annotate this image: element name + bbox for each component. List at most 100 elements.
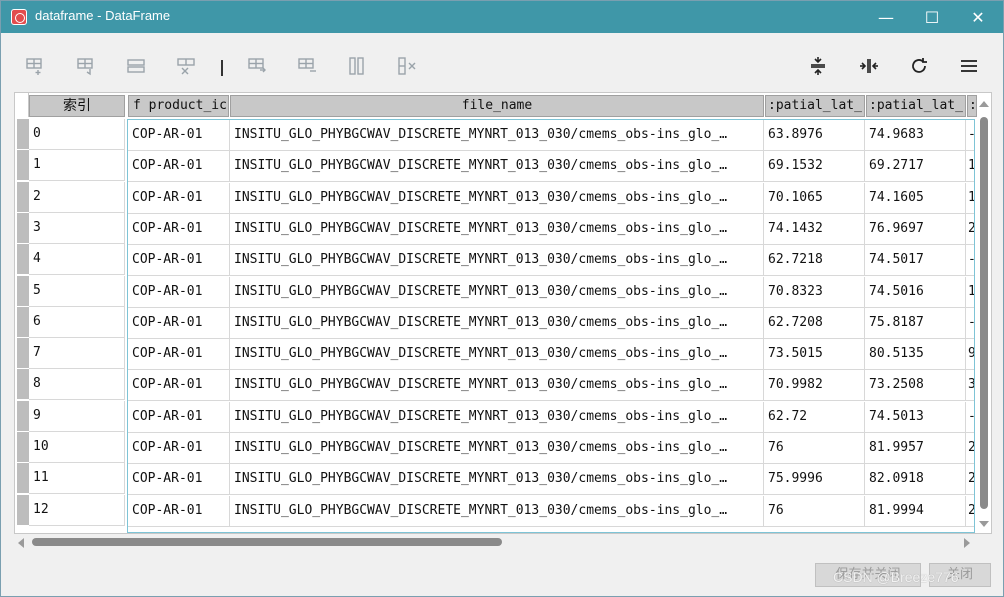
table-cell-spatial-lat-min[interactable]: 69.1532 (764, 151, 865, 183)
table-cell-spatial-lat-min[interactable]: 62.7218 (764, 245, 865, 277)
table-cell-product-id[interactable]: COP-AR-01 (128, 433, 230, 464)
table-cell-spatial-lat-max[interactable]: 74.5017 (865, 245, 966, 277)
row-selector[interactable] (17, 494, 29, 525)
table-cell-next[interactable]: 1 (966, 277, 974, 308)
row-selector[interactable] (17, 212, 29, 243)
index-cell[interactable]: 8 (29, 369, 125, 401)
table-cell-file-name[interactable]: INSITU_GLO_PHYBGCWAV_DISCRETE_MYNRT_013_… (230, 339, 764, 371)
table-cell-spatial-lat-max[interactable]: 75.8187 (865, 307, 966, 339)
table-cell-product-id[interactable]: COP-AR-01 (128, 339, 230, 371)
row-selector[interactable] (17, 181, 29, 212)
table-cell-next[interactable]: - (966, 308, 974, 339)
table-cell-file-name[interactable]: INSITU_GLO_PHYBGCWAV_DISCRETE_MYNRT_013_… (230, 120, 764, 151)
table-cell-file-name[interactable]: INSITU_GLO_PHYBGCWAV_DISCRETE_MYNRT_013_… (230, 433, 764, 464)
table-cell-next[interactable]: - (966, 245, 974, 277)
table-cell-product-id[interactable]: COP-AR-01 (128, 276, 230, 308)
table-cell-file-name[interactable]: INSITU_GLO_PHYBGCWAV_DISCRETE_MYNRT_013_… (230, 401, 764, 433)
table-cell-spatial-lat-min[interactable]: 70.8323 (764, 276, 865, 308)
scroll-up-icon[interactable] (979, 101, 989, 107)
table-cell-spatial-lat-max[interactable]: 82.0918 (865, 464, 966, 496)
scroll-left-icon[interactable] (18, 538, 24, 548)
table-cell-spatial-lat-min[interactable]: 74.1432 (764, 213, 865, 245)
table-cell-product-id[interactable]: COP-AR-01 (128, 401, 230, 433)
table-cell-spatial-lat-min[interactable]: 75.9996 (764, 464, 865, 496)
table-cell-next[interactable]: 3 (966, 370, 974, 402)
index-cell[interactable]: 6 (29, 306, 125, 338)
table-cell-product-id[interactable]: COP-AR-01 (128, 307, 230, 339)
table-cell-next[interactable]: 2 (966, 433, 974, 464)
index-cell[interactable]: 4 (29, 244, 125, 276)
table-cell-spatial-lat-max[interactable]: 69.2717 (865, 151, 966, 183)
row-selector[interactable] (17, 463, 29, 494)
index-cell[interactable]: 0 (29, 119, 125, 150)
table-cell-spatial-lat-min[interactable]: 73.5015 (764, 339, 865, 371)
menu-icon[interactable] (958, 55, 980, 77)
refresh-icon[interactable] (908, 55, 930, 77)
row-selector[interactable] (17, 400, 29, 431)
horizontal-scrollbar[interactable] (14, 536, 976, 550)
insert-row-below-icon[interactable] (75, 55, 97, 77)
vertical-scrollbar[interactable] (977, 97, 991, 531)
table-cell-spatial-lat-min[interactable]: 76 (764, 433, 865, 464)
table-cell-spatial-lat-min[interactable]: 62.7208 (764, 307, 865, 339)
column-width-icon[interactable] (858, 55, 880, 77)
index-cell[interactable]: 7 (29, 338, 125, 370)
close-window-button[interactable]: ✕ (955, 1, 1001, 33)
delete-column-icon[interactable] (396, 55, 418, 77)
index-cell[interactable]: 11 (29, 463, 125, 495)
table-cell-product-id[interactable]: COP-AR-01 (128, 213, 230, 245)
table-cell-next[interactable]: 1 (966, 183, 974, 214)
table-cell-spatial-lat-max[interactable]: 74.5016 (865, 276, 966, 308)
horizontal-scroll-thumb[interactable] (32, 538, 502, 546)
column-header-spatial-lat-min[interactable]: :patial_lat_ (765, 95, 865, 117)
column-icon[interactable] (346, 55, 368, 77)
row-icon[interactable] (125, 55, 147, 77)
table-cell-next[interactable]: 9 (966, 339, 974, 371)
table-cell-spatial-lat-max[interactable]: 73.2508 (865, 370, 966, 402)
table-cell-spatial-lat-min[interactable]: 70.1065 (764, 182, 865, 214)
table-cell-next[interactable]: 2 (966, 464, 974, 496)
index-cell[interactable]: 10 (29, 432, 125, 463)
scroll-down-icon[interactable] (979, 521, 989, 527)
table-cell-spatial-lat-max[interactable]: 80.5135 (865, 339, 966, 371)
table-cell-product-id[interactable]: COP-AR-01 (128, 151, 230, 183)
index-cell[interactable]: 3 (29, 212, 125, 244)
table-cell-spatial-lat-max[interactable]: 74.1605 (865, 182, 966, 214)
index-cell[interactable]: 12 (29, 494, 125, 526)
table-cell-file-name[interactable]: INSITU_GLO_PHYBGCWAV_DISCRETE_MYNRT_013_… (230, 182, 764, 214)
row-height-icon[interactable] (807, 55, 829, 77)
minimize-button[interactable]: — (863, 1, 909, 33)
table-cell-next[interactable]: 2 (966, 496, 974, 527)
table-cell-spatial-lat-min[interactable]: 76 (764, 495, 865, 527)
row-selector[interactable] (17, 306, 29, 337)
index-cell[interactable]: 5 (29, 275, 125, 307)
table-cell-product-id[interactable]: COP-AR-01 (128, 464, 230, 496)
table-cell-spatial-lat-max[interactable]: 81.9994 (865, 495, 966, 527)
vertical-scroll-thumb[interactable] (980, 117, 988, 509)
table-cell-product-id[interactable]: COP-AR-01 (128, 182, 230, 214)
table-cell-spatial-lat-max[interactable]: 74.5013 (865, 401, 966, 433)
column-header-file-name[interactable]: file_name (230, 95, 764, 117)
table-cell-file-name[interactable]: INSITU_GLO_PHYBGCWAV_DISCRETE_MYNRT_013_… (230, 307, 764, 339)
table-cell-file-name[interactable]: INSITU_GLO_PHYBGCWAV_DISCRETE_MYNRT_013_… (230, 151, 764, 183)
column-header-next[interactable]: : (967, 95, 977, 117)
maximize-button[interactable]: ☐ (909, 1, 955, 33)
row-selector[interactable] (17, 150, 29, 181)
table-cell-file-name[interactable]: INSITU_GLO_PHYBGCWAV_DISCRETE_MYNRT_013_… (230, 464, 764, 496)
table-cell-spatial-lat-max[interactable]: 76.9697 (865, 213, 966, 245)
row-selector[interactable] (17, 369, 29, 400)
insert-column-left-icon[interactable] (246, 55, 268, 77)
table-cell-file-name[interactable]: INSITU_GLO_PHYBGCWAV_DISCRETE_MYNRT_013_… (230, 213, 764, 245)
index-cell[interactable]: 2 (29, 181, 125, 213)
table-cell-next[interactable]: 2 (966, 214, 974, 245)
table-cell-spatial-lat-max[interactable]: 74.9683 (865, 120, 966, 151)
table-cell-file-name[interactable]: INSITU_GLO_PHYBGCWAV_DISCRETE_MYNRT_013_… (230, 245, 764, 277)
insert-column-right-icon[interactable] (296, 55, 318, 77)
index-header[interactable]: 索引 (29, 95, 125, 117)
table-cell-file-name[interactable]: INSITU_GLO_PHYBGCWAV_DISCRETE_MYNRT_013_… (230, 370, 764, 402)
row-selector[interactable] (17, 244, 29, 275)
table-cell-next[interactable]: 1 (966, 151, 974, 183)
scroll-right-icon[interactable] (964, 538, 970, 548)
table-cell-product-id[interactable]: COP-AR-01 (128, 370, 230, 402)
table-cell-spatial-lat-min[interactable]: 62.72 (764, 401, 865, 433)
